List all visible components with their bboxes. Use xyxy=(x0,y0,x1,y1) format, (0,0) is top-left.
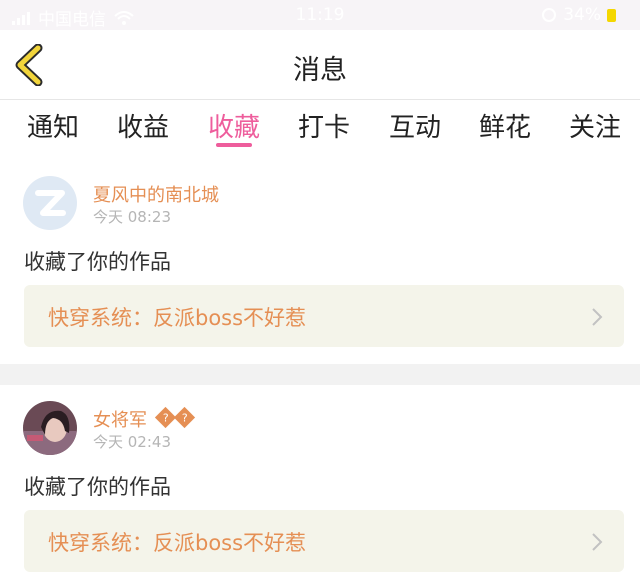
avatar[interactable] xyxy=(23,401,77,455)
work-title: 快穿系统：反派boss不好惹 xyxy=(48,531,307,555)
tab-notifications[interactable]: 通知 xyxy=(27,107,79,144)
work-title: 快穿系统：反派boss不好惹 xyxy=(48,306,307,330)
badge-icon: ? xyxy=(173,406,196,429)
action-text: 收藏了你的作品 xyxy=(24,250,171,274)
timestamp: 今天 08:23 xyxy=(93,208,171,226)
tab-flowers[interactable]: 鲜花 xyxy=(479,107,531,144)
username[interactable]: 女将军 xyxy=(93,406,147,432)
chevron-right-icon xyxy=(592,533,603,551)
chevron-right-icon xyxy=(592,308,603,326)
section-divider xyxy=(0,364,640,385)
timestamp: 今天 02:43 xyxy=(93,433,171,451)
status-bar: 中国电信 11:19 34% xyxy=(0,0,640,30)
tab-checkin[interactable]: 打卡 xyxy=(298,107,350,144)
tab-earnings[interactable]: 收益 xyxy=(117,107,169,144)
tab-interactions[interactable]: 互动 xyxy=(389,107,441,144)
orientation-lock-icon xyxy=(542,8,557,22)
avatar[interactable] xyxy=(23,176,77,230)
qq-default-avatar-icon xyxy=(23,176,77,230)
tab-favorites[interactable]: 收藏 xyxy=(208,107,260,144)
battery-percent: 34% xyxy=(563,5,601,25)
user-photo-avatar xyxy=(23,401,77,455)
tab-following[interactable]: 关注 xyxy=(569,107,621,144)
nav-bar: 消息 xyxy=(0,30,640,100)
work-link[interactable]: 快穿系统：反派boss不好惹 xyxy=(24,510,624,572)
tab-bar: 通知 收益 收藏 打卡 互动 鲜花 关注 xyxy=(0,101,640,151)
message-item: 女将军 ? ? 今天 02:43 收藏了你的作品 快穿系统：反派boss不好惹 xyxy=(0,385,640,579)
work-link[interactable]: 快穿系统：反派boss不好惹 xyxy=(24,285,624,347)
active-tab-indicator xyxy=(216,143,252,147)
action-text: 收藏了你的作品 xyxy=(24,475,171,499)
username[interactable]: 夏风中的南北城 xyxy=(93,181,219,207)
battery-icon xyxy=(607,8,616,22)
page-title: 消息 xyxy=(293,55,347,86)
message-item: 夏风中的南北城 今天 08:23 收藏了你的作品 快穿系统：反派boss不好惹 xyxy=(0,160,640,364)
user-badges: ? ? xyxy=(154,406,196,429)
status-right: 34% xyxy=(541,5,616,25)
